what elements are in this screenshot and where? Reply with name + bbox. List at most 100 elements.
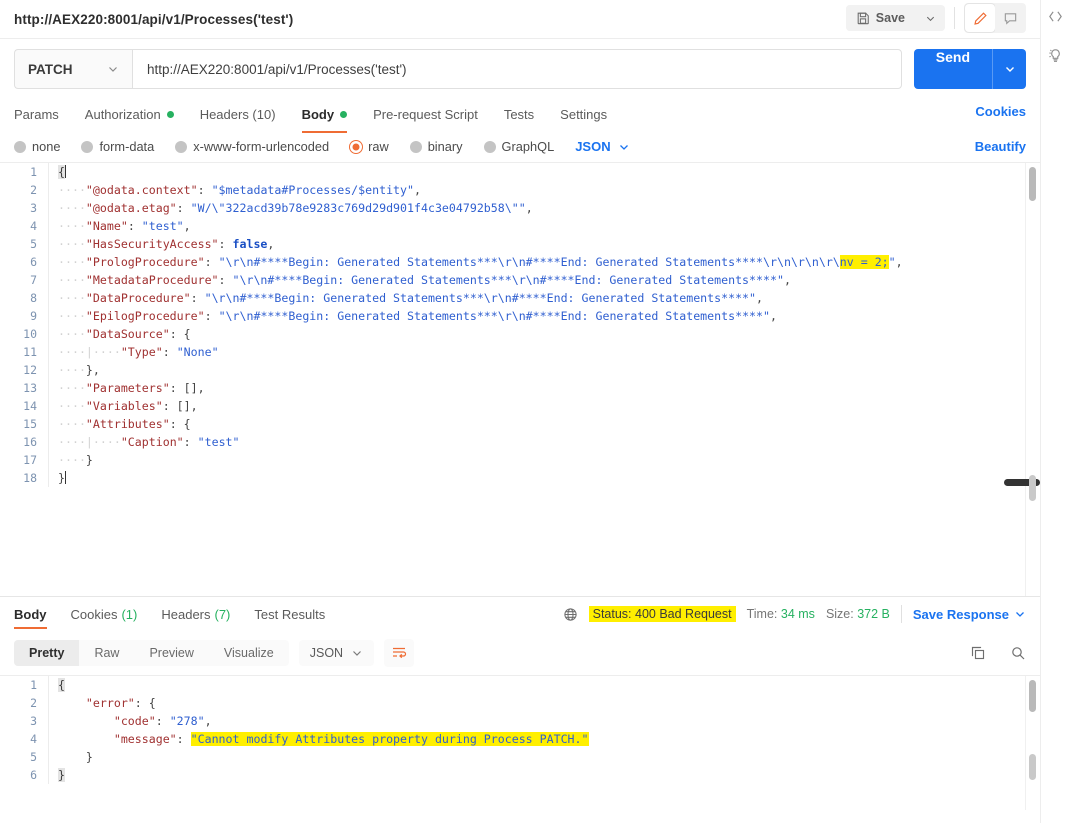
code-line: 9 ····"EpilogProcedure": "\r\n#****Begin:… <box>0 307 1040 325</box>
documentation-button[interactable] <box>1047 47 1064 64</box>
line-number: 11 <box>23 345 37 359</box>
code-token: , <box>895 255 903 269</box>
tab-tests[interactable]: Tests <box>504 98 534 130</box>
line-number: 17 <box>23 453 37 467</box>
code-text: "message": "Cannot modify Attributes pro… <box>49 730 589 748</box>
send-options-caret[interactable] <box>992 49 1026 89</box>
body-type-urlencoded[interactable]: x-www-form-urlencoded <box>175 139 329 154</box>
code-token: "HasSecurityAccess" <box>85 237 219 251</box>
code-token: : { <box>134 696 156 710</box>
code-token: : <box>169 327 184 341</box>
save-options-caret[interactable] <box>916 5 945 31</box>
code-token: "@odata.context" <box>85 183 198 197</box>
code-token: "code" <box>113 714 156 728</box>
chevron-down-icon[interactable] <box>1014 608 1026 620</box>
line-number: 4 <box>30 219 37 233</box>
request-body-editor[interactable]: 1{2 ····"@odata.context": "$metadata#Proc… <box>0 162 1040 596</box>
format-label: JSON <box>575 139 611 154</box>
tab-settings[interactable]: Settings <box>560 98 607 130</box>
response-vertical-scrollbar[interactable] <box>1029 680 1036 712</box>
beautify-link[interactable]: Beautify <box>975 139 1026 154</box>
code-text: ····"@odata.context": "$metadata#Process… <box>49 181 421 199</box>
code-line: 10 ····"DataSource": { <box>0 325 1040 343</box>
copy-icon[interactable] <box>970 645 986 661</box>
tab-label: Test Results <box>254 606 326 622</box>
code-token: : <box>176 201 191 215</box>
code-token: { <box>183 417 191 431</box>
code-text: } <box>49 766 65 784</box>
request-title: http://AEX220:8001/api/v1/Processes('tes… <box>14 11 294 27</box>
code-line: 18} <box>0 469 1040 487</box>
send-button[interactable]: Send <box>913 49 992 89</box>
response-tab-body[interactable]: Body <box>14 597 47 631</box>
body-format-select[interactable]: JSON <box>575 139 629 154</box>
body-type-none[interactable]: none <box>14 139 60 154</box>
code-token: : <box>155 714 170 728</box>
code-token: ···· <box>58 399 86 413</box>
response-tool-icons <box>970 645 1026 661</box>
word-wrap-button[interactable] <box>384 639 415 667</box>
code-token: , <box>183 219 191 233</box>
tab-pre-request-script[interactable]: Pre-request Script <box>373 98 478 130</box>
url-input[interactable]: http://AEX220:8001/api/v1/Processes('tes… <box>132 49 902 89</box>
code-token: "DataProcedure" <box>85 291 191 305</box>
request-vertical-scrollbar-lower[interactable] <box>1029 475 1036 501</box>
response-view-switch: Pretty Raw Preview Visualize <box>14 640 289 666</box>
code-text: ····"Parameters": [], <box>49 379 205 397</box>
response-vertical-scrollbar-lower[interactable] <box>1029 754 1036 780</box>
body-type-form-data[interactable]: form-data <box>81 139 154 154</box>
body-type-row: none form-data x-www-form-urlencoded raw… <box>0 130 1040 162</box>
view-raw[interactable]: Raw <box>79 640 134 666</box>
view-preview[interactable]: Preview <box>134 640 208 666</box>
code-token: "error" <box>85 696 135 710</box>
radio-icon <box>483 140 496 153</box>
code-token: { <box>58 165 65 179</box>
code-token: "test" <box>197 435 240 449</box>
code-token: , <box>770 309 777 323</box>
http-method-select[interactable]: PATCH <box>14 49 132 89</box>
response-tab-cookies[interactable]: Cookies (1) <box>71 597 138 631</box>
code-token: "MetadataProcedure" <box>85 273 219 287</box>
code-token: ···· <box>58 363 86 377</box>
code-text: ····"Name": "test", <box>49 217 191 235</box>
code-token: : <box>176 732 191 746</box>
line-number: 15 <box>23 417 37 431</box>
cookies-link[interactable]: Cookies <box>975 104 1026 119</box>
code-token: "Attributes" <box>85 417 170 431</box>
response-body-editor[interactable]: 1{2 "error": {3 "code": "278", 4 "message… <box>0 675 1040 810</box>
code-text: ····"Attributes": { <box>49 415 191 433</box>
response-tab-test-results[interactable]: Test Results <box>254 597 325 631</box>
view-visualize[interactable]: Visualize <box>209 640 289 666</box>
request-vertical-scrollbar[interactable] <box>1029 167 1036 201</box>
line-number: 16 <box>23 435 37 449</box>
chevron-down-icon <box>1004 63 1016 75</box>
code-line: 3 "code": "278", <box>0 712 1040 730</box>
tab-headers[interactable]: Headers (10) <box>200 98 276 130</box>
toolbar-divider <box>954 7 955 29</box>
save-button[interactable]: Save <box>845 5 916 31</box>
body-type-raw[interactable]: raw <box>350 139 389 154</box>
body-type-binary[interactable]: binary <box>409 139 463 154</box>
response-format-select[interactable]: JSON <box>298 640 375 666</box>
code-token: " <box>888 255 896 269</box>
code-text: ····"DataSource": { <box>49 325 191 343</box>
tab-authorization[interactable]: Authorization <box>85 98 174 130</box>
edit-mode-button[interactable] <box>965 4 995 32</box>
code-line: 15 ····"Attributes": { <box>0 415 1040 433</box>
tab-params[interactable]: Params <box>14 98 59 130</box>
search-icon[interactable] <box>1010 645 1026 661</box>
top-bar: http://AEX220:8001/api/v1/Processes('tes… <box>0 0 1040 38</box>
view-pretty[interactable]: Pretty <box>14 640 80 666</box>
save-button-group: Save <box>845 5 945 31</box>
save-response-button[interactable]: Save Response <box>913 607 1009 622</box>
body-type-graphql[interactable]: GraphQL <box>483 139 554 154</box>
tab-label: Body <box>301 106 335 122</box>
tab-body[interactable]: Body <box>301 98 348 133</box>
send-button-group: Send <box>913 49 1026 89</box>
code-snippet-button[interactable] <box>1047 8 1064 25</box>
code-text: ····|····"Caption": "test" <box>49 433 240 451</box>
comments-button[interactable] <box>995 4 1025 32</box>
tab-label: Headers (10) <box>199 106 276 122</box>
response-tab-headers[interactable]: Headers (7) <box>161 597 230 631</box>
